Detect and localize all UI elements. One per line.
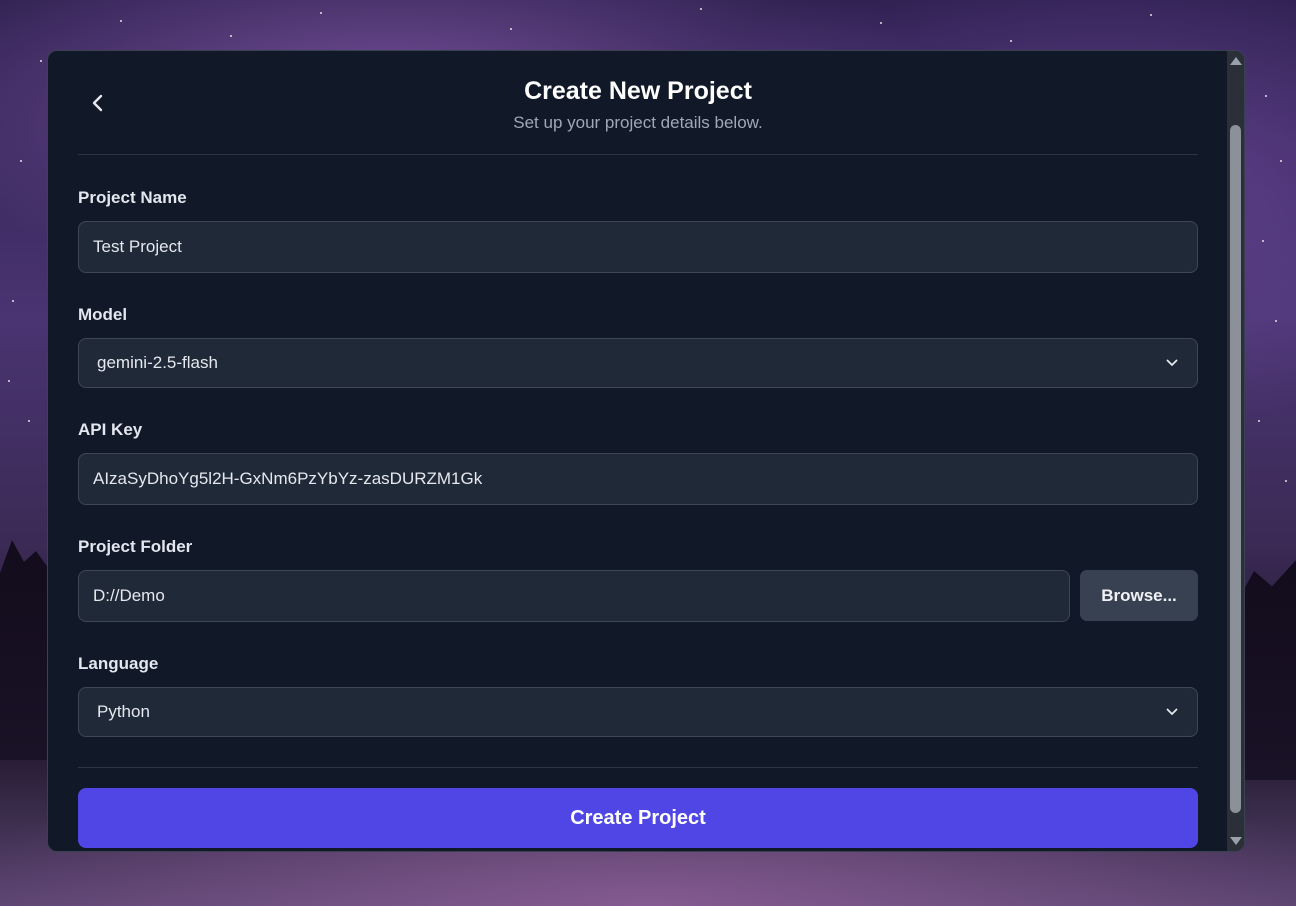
project-folder-input[interactable]: D://Demo [78,570,1070,622]
api-key-label: API Key [78,420,143,439]
tree-silhouette [1236,560,1296,780]
scroll-thumb[interactable] [1230,125,1241,813]
chevron-down-icon [1165,705,1179,719]
api-key-input[interactable]: AIzaSyDhoYg5l2H-GxNm6PzYbYz-zasDURZM1Gk [78,453,1198,505]
model-value: gemini-2.5-flash [97,353,218,372]
scroll-up-icon[interactable] [1230,57,1242,65]
vertical-scrollbar[interactable] [1227,51,1244,851]
language-label: Language [78,654,159,673]
project-name-value: Test Project [93,237,182,256]
model-label: Model [78,305,128,324]
model-select[interactable]: gemini-2.5-flash [78,338,1198,388]
project-folder-label: Project Folder [78,537,193,556]
create-project-dialog: Create New Project Set up your project d… [47,50,1245,852]
create-project-button[interactable]: Create Project [78,788,1198,848]
footer-divider [78,767,1198,768]
page-subtitle: Set up your project details below. [513,113,763,132]
page-title: Create New Project [524,77,752,105]
language-value: Python [97,702,150,721]
browse-button[interactable]: Browse... [1080,570,1198,621]
chevron-down-icon [1165,356,1179,370]
project-name-input[interactable]: Test Project [78,221,1198,273]
project-folder-value: D://Demo [93,586,165,605]
dialog-header: Create New Project Set up your project d… [78,51,1198,155]
project-name-label: Project Name [78,188,187,207]
scroll-down-icon[interactable] [1230,837,1242,845]
language-select[interactable]: Python [78,687,1198,737]
api-key-value: AIzaSyDhoYg5l2H-GxNm6PzYbYz-zasDURZM1Gk [93,469,483,488]
